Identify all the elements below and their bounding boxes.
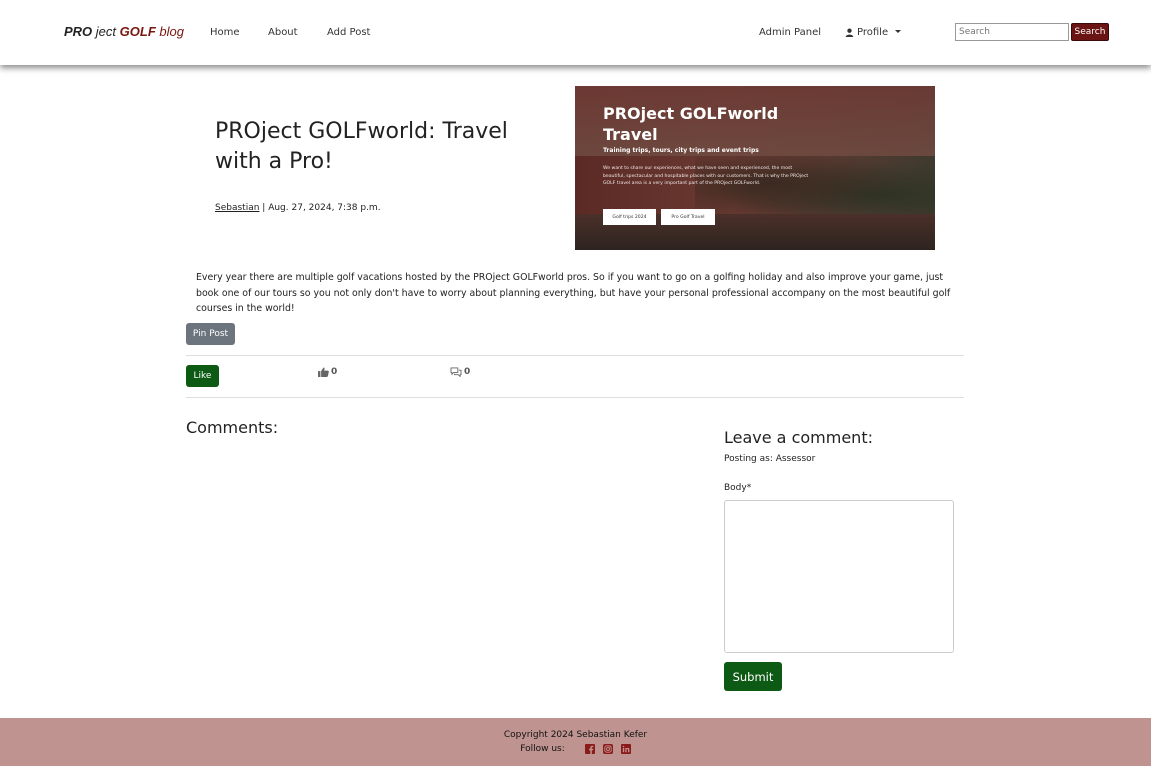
brand-golf: GOLF — [119, 24, 156, 39]
search-input[interactable] — [955, 23, 1069, 41]
pin-post-button[interactable]: Pin Post — [186, 323, 235, 345]
post-date: | Aug. 27, 2024, 7:38 p.m. — [262, 203, 381, 213]
nav-admin-panel[interactable]: Admin Panel — [759, 27, 821, 38]
copyright-text: Copyright 2024 Sebastian Kefer — [503, 730, 648, 740]
instagram-icon[interactable] — [602, 744, 613, 754]
brand-logo[interactable]: PRO ject GOLF blog — [64, 24, 184, 39]
leave-comment-heading: Leave a comment: — [724, 428, 873, 447]
brand-ject: ject — [95, 24, 117, 39]
thumbs-up-icon — [318, 367, 329, 377]
follow-us-label: Follow us: — [520, 744, 565, 754]
nav-about[interactable]: About — [268, 27, 298, 38]
post-title: PROject GOLFworld: Travel with a Pro! — [215, 119, 508, 174]
hero-text: We want to share our experiences, what w… — [603, 166, 809, 186]
post-body: Every year there are multiple golf vacat… — [196, 272, 951, 314]
nav-add-post[interactable]: Add Post — [327, 27, 370, 38]
hero-title: PROject GOLFworld Travel — [603, 104, 779, 144]
divider — [186, 397, 964, 398]
like-count-value: 0 — [331, 367, 338, 377]
like-count: 0 — [318, 367, 337, 377]
facebook-icon[interactable] — [584, 744, 595, 754]
search-button[interactable]: Search — [1071, 23, 1109, 41]
chevron-down-icon — [895, 30, 902, 33]
navbar: PRO ject GOLF blog Home About Add Post A… — [0, 0, 1151, 65]
comment-count-value: 0 — [464, 367, 471, 377]
body-label: Body* — [724, 483, 752, 493]
post-author: Sebastian — [215, 203, 260, 213]
comments-icon — [450, 367, 462, 377]
comment-count: 0 — [450, 367, 470, 377]
brand-pro: PRO — [64, 24, 93, 39]
nav-home[interactable]: Home — [210, 27, 240, 38]
post-meta: Sebastian | Aug. 27, 2024, 7:38 p.m. — [215, 203, 381, 213]
hero-pro-golf-travel-button: Pro Golf Travel — [661, 209, 715, 225]
like-button[interactable]: Like — [186, 365, 219, 387]
divider — [186, 355, 964, 356]
hero-subtitle: Training trips, tours, city trips and ev… — [603, 147, 759, 154]
nav-profile-dropdown[interactable]: Profile — [845, 27, 902, 38]
linkedin-icon[interactable] — [620, 744, 631, 754]
post-featured-image: PROject GOLFworld Travel Training trips,… — [575, 86, 935, 250]
submit-button[interactable]: Submit — [724, 662, 782, 691]
comments-heading: Comments: — [186, 418, 279, 437]
comment-body-field[interactable] — [724, 500, 954, 653]
follow-us: Follow us: — [0, 744, 1151, 754]
user-icon — [845, 28, 854, 37]
hero-golf-trips-button: Golf trips 2024 — [603, 209, 656, 225]
profile-label: Profile — [857, 27, 889, 38]
brand-blog: blog — [159, 24, 184, 39]
posting-as-text: Posting as: Assessor — [724, 454, 816, 464]
footer: Copyright 2024 Sebastian Kefer Follow us… — [0, 718, 1151, 766]
